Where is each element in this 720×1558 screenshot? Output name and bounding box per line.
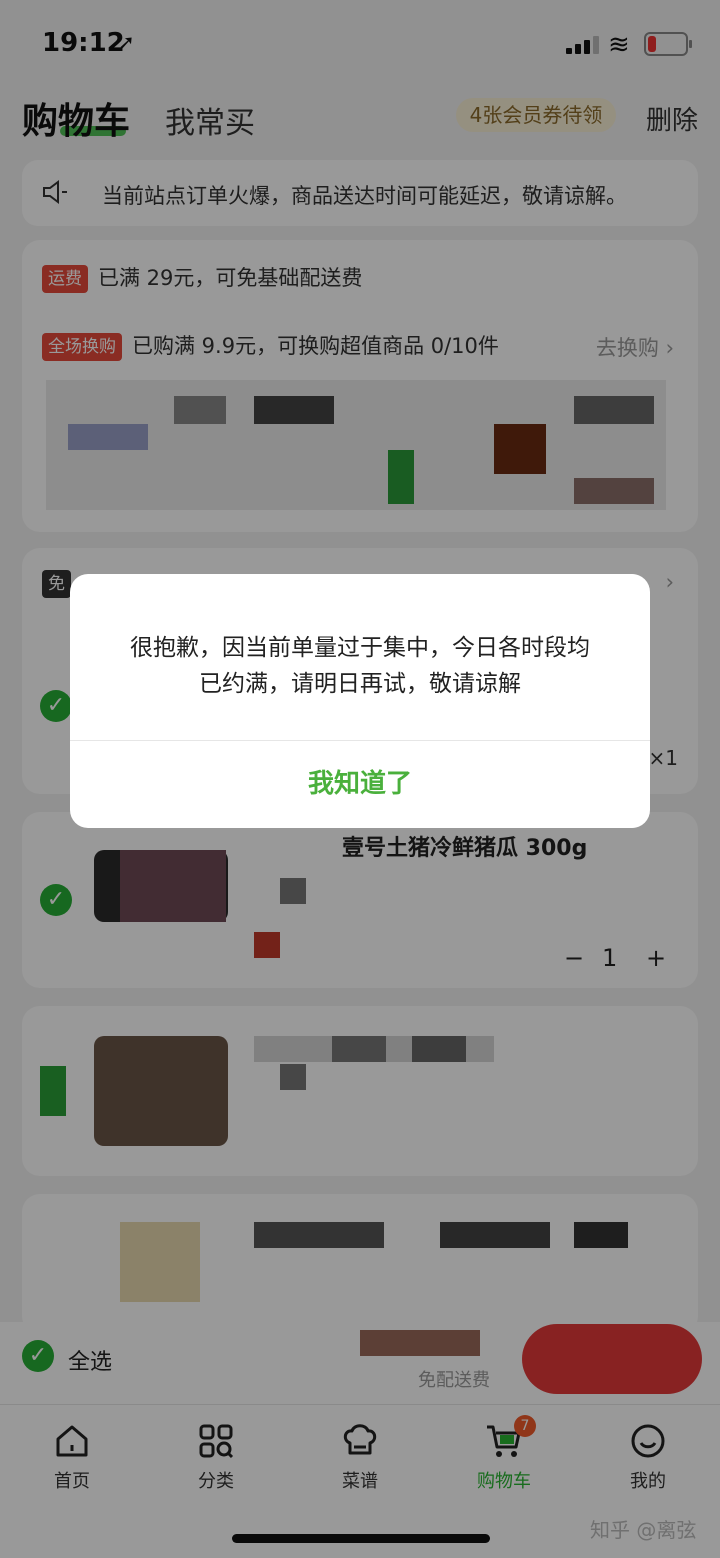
dialog-ok-button[interactable]: 我知道了 [70,740,650,828]
cart-page: 19:12 ➚ ≋ 购物车 我常买 4张会员券待领 删除 当前站点订单火爆，商品… [0,0,720,1558]
dialog-message-line2: 已约满，请明日再试，敬请谅解 [199,671,521,697]
dialog-message: 很抱歉，因当前单量过于集中，今日各时段均 已约满，请明日再试，敬请谅解 [110,630,610,702]
dialog-message-line1: 很抱歉，因当前单量过于集中，今日各时段均 [130,635,590,661]
alert-dialog: 很抱歉，因当前单量过于集中，今日各时段均 已约满，请明日再试，敬请谅解 我知道了 [70,574,650,828]
